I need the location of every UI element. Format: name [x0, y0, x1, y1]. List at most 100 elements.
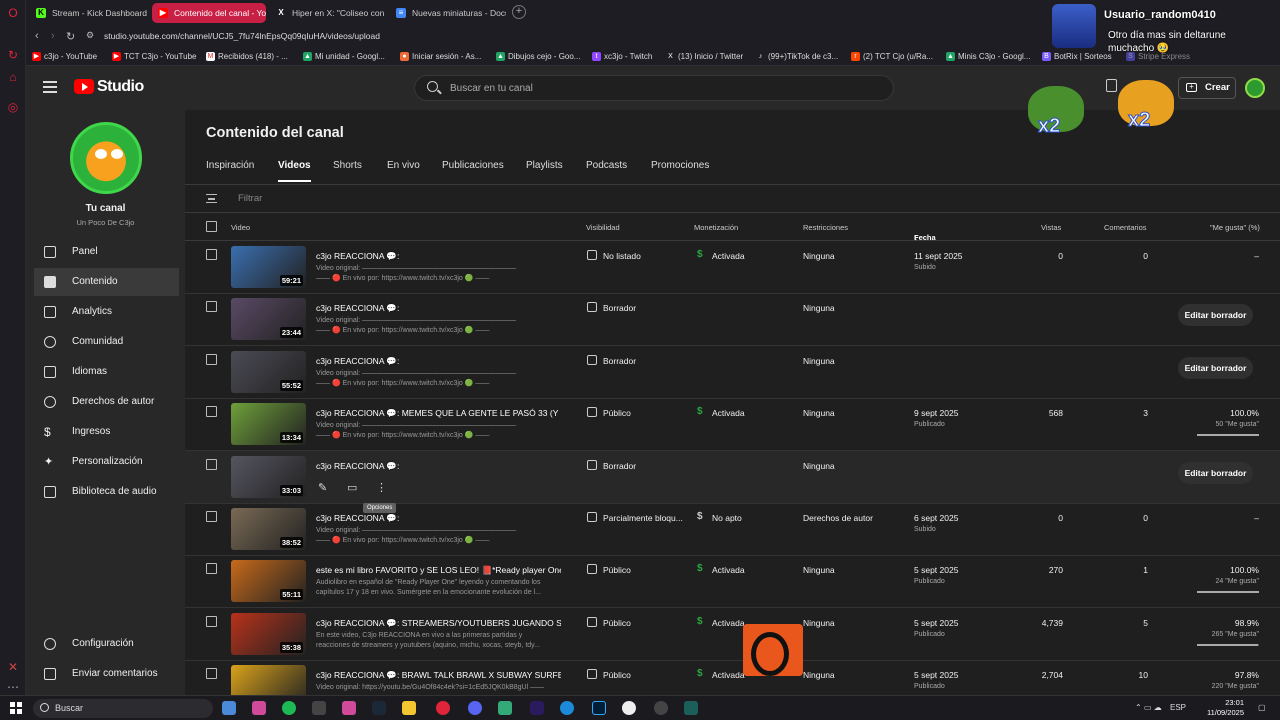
row-checkbox[interactable] — [206, 301, 217, 313]
tab-publicaciones[interactable]: Publicaciones — [442, 160, 504, 171]
app-icon[interactable] — [252, 701, 266, 715]
notification-icon[interactable]: ▢ — [1258, 703, 1266, 712]
select-all-checkbox[interactable] — [206, 221, 217, 232]
table-row[interactable]: 23:44 c3jo REACCIONA 💬: Video original: ——… — [185, 293, 1280, 347]
premiere-icon[interactable] — [530, 701, 544, 715]
site-info-icon[interactable]: ⚙ — [86, 30, 94, 41]
workspace-icon[interactable]: ⌂ — [6, 70, 20, 84]
channel-avatar[interactable] — [70, 122, 142, 194]
table-row[interactable]: 59:21 c3jo REACCIONA 💬: Video original: ——… — [185, 241, 1280, 294]
filter-input[interactable]: Filtrar — [238, 193, 262, 204]
video-thumbnail[interactable]: 55:52 — [231, 350, 306, 393]
video-title[interactable]: c3jo REACCIONA 💬: — [316, 356, 561, 367]
clock[interactable]: 23:01 11/09/2025 — [1194, 698, 1244, 718]
monetization-value[interactable]: Activada — [712, 670, 745, 680]
sidebar-item-comentarios[interactable]: Enviar comentarios — [34, 660, 179, 688]
youtube-logo-icon[interactable] — [74, 79, 94, 94]
menu-icon[interactable] — [43, 81, 57, 93]
video-thumbnail[interactable]: 13:34 — [231, 403, 306, 446]
bookmark[interactable]: M Recibidos (418) - ... — [206, 52, 288, 61]
search-input[interactable]: Buscar en tu canal — [414, 75, 894, 101]
restrictions-value[interactable]: Ninguna — [803, 461, 835, 471]
tab-docs[interactable]: ≡ Nuevas miniaturas - Docu — [390, 3, 506, 23]
restrictions-value[interactable]: Ninguna — [803, 618, 835, 628]
tab-x[interactable]: X Hiper en X: "Coliseo con — [270, 3, 384, 23]
tab-en-vivo[interactable]: En vivo — [387, 160, 420, 171]
restrictions-value[interactable]: Ninguna — [803, 303, 835, 313]
reload-icon[interactable]: ↻ — [66, 30, 75, 43]
video-title[interactable]: c3jo REACCIONA 💬: — [316, 461, 561, 472]
visibility-value[interactable]: No listado — [603, 251, 641, 261]
sidebar-item-ingresos[interactable]: $ Ingresos — [34, 418, 179, 446]
row-checkbox[interactable] — [206, 511, 217, 522]
visibility-value[interactable]: Borrador — [603, 356, 636, 366]
account-avatar[interactable] — [1245, 78, 1265, 98]
bookmark[interactable]: r (2) TCT Cjo (u/Ra... — [851, 52, 933, 61]
table-row[interactable]: 55:52 c3jo REACCIONA 💬: Video original: ——… — [185, 346, 1280, 399]
video-thumbnail[interactable]: 55:11 — [231, 560, 306, 603]
new-tab-button[interactable]: + — [512, 5, 526, 19]
row-checkbox[interactable] — [206, 668, 217, 680]
video-thumbnail[interactable]: 23:44 — [231, 298, 306, 341]
app-icon[interactable] — [312, 701, 326, 715]
app-icon[interactable] — [342, 701, 356, 715]
monetization-value[interactable]: Activada — [712, 251, 745, 261]
bookmark[interactable]: ● Iniciar sesión - As... — [400, 52, 481, 61]
table-row[interactable]: 33:03 c3jo REACCIONA 💬: ✎ ▭ ⋮ Opciones Borrado… — [185, 450, 1280, 513]
sidebar-item-comunidad[interactable]: Comunidad — [34, 328, 179, 356]
app-icon[interactable] — [684, 701, 698, 715]
copilot-icon[interactable] — [222, 701, 236, 715]
tab-promociones[interactable]: Promociones — [651, 160, 709, 171]
studio-logo-text[interactable]: Studio — [97, 78, 144, 96]
video-title[interactable]: este es mi libro FAVORITO y SE LOS LEO! … — [316, 565, 561, 576]
spotify-icon[interactable] — [282, 701, 296, 715]
video-title[interactable]: c3jo REACCIONA 💬: — [316, 251, 561, 262]
bookmark[interactable]: ▶ TCT C3jo - YouTube — [112, 52, 196, 61]
video-thumbnail[interactable]: 59:21 — [231, 246, 306, 288]
forward-icon[interactable]: › — [51, 30, 55, 42]
tab-podcasts[interactable]: Podcasts — [586, 160, 627, 171]
sidebar-item-personalizacion[interactable]: ✦ Personalización — [34, 448, 179, 476]
sidebar-item-contenido[interactable]: Contenido — [34, 268, 179, 296]
more-icon[interactable]: ⋯ — [6, 680, 20, 694]
row-checkbox[interactable] — [206, 249, 217, 260]
tab-videos[interactable]: Videos — [278, 160, 311, 182]
visibility-value[interactable]: Público — [603, 408, 631, 418]
visibility-value[interactable]: Borrador — [603, 461, 636, 471]
monetization-value[interactable]: Activada — [712, 565, 745, 575]
tab-studio[interactable]: ▶ Contenido del canal - Yo — [152, 3, 266, 23]
bookmark[interactable]: ▲ Dibujos cejo - Goo... — [496, 52, 580, 61]
video-title[interactable]: c3jo REACCIONA 💬: — [316, 303, 561, 314]
bookmark[interactable]: X (13) Inicio / Twitter — [666, 52, 743, 61]
edit-draft-button[interactable]: Editar borrador — [1178, 461, 1253, 484]
options-icon[interactable]: ⋮ — [376, 481, 387, 494]
video-thumbnail[interactable]: 35:38 — [231, 612, 306, 655]
video-title[interactable]: c3jo REACCIONA 💬: MEMES QUE LA GENTE LE … — [316, 408, 561, 419]
row-checkbox[interactable] — [206, 563, 217, 575]
language-indicator[interactable]: ESP — [1170, 703, 1186, 712]
discord-icon[interactable] — [468, 701, 482, 715]
row-checkbox[interactable] — [206, 615, 217, 627]
bookmark[interactable]: ▶ c3jo - YouTube — [32, 52, 97, 61]
edge-icon[interactable] — [560, 701, 574, 715]
col-visibility[interactable]: Visibilidad — [586, 223, 620, 232]
opera-logo-icon[interactable]: O — [6, 6, 20, 20]
restrictions-value[interactable]: Ninguna — [803, 356, 835, 366]
visibility-value[interactable]: Parcialmente bloqu... — [603, 513, 683, 523]
obs-icon[interactable] — [622, 701, 636, 715]
restrictions-value[interactable]: Ninguna — [803, 251, 835, 261]
video-title[interactable]: c3jo REACCIONA 💬: STREAMERS/YOUTUBERS JU… — [316, 618, 561, 629]
messenger-icon[interactable]: ◎ — [6, 100, 20, 114]
photoshop-icon[interactable] — [592, 701, 606, 715]
bookmark[interactable]: ▲ Minis C3jo - Googl... — [946, 52, 1030, 61]
help-icon[interactable] — [1106, 79, 1117, 92]
steam-icon[interactable] — [372, 701, 386, 715]
video-thumbnail[interactable]: 33:03 — [231, 455, 306, 498]
back-icon[interactable]: ‹ — [35, 30, 39, 42]
opera-icon[interactable] — [436, 701, 450, 715]
col-comments[interactable]: Comentarios — [1104, 223, 1147, 232]
tab-inspiracion[interactable]: Inspiración — [206, 160, 254, 171]
table-row[interactable]: 35:38 c3jo REACCIONA 💬: STREAMERS/YOUTUBE… — [185, 608, 1280, 661]
sidebar-item-derechos[interactable]: Derechos de autor — [34, 388, 179, 416]
visibility-value[interactable]: Borrador — [603, 303, 636, 313]
